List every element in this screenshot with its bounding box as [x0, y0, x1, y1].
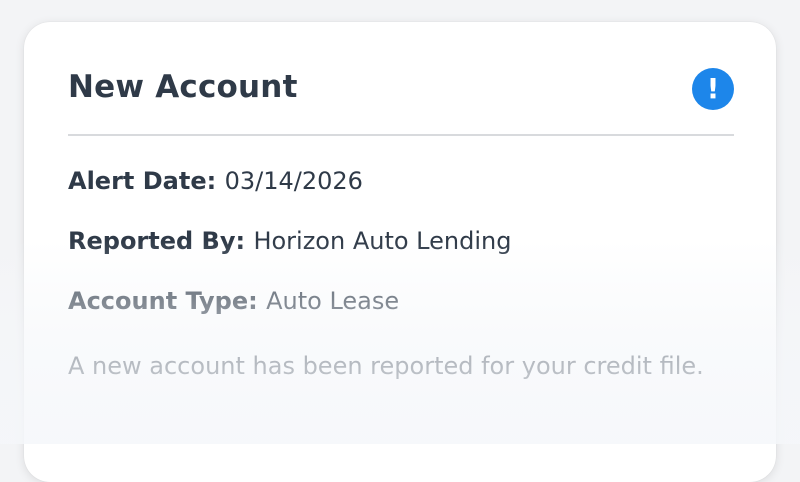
- reported-by-value: Horizon Auto Lending: [253, 227, 512, 255]
- reported-by-label: Reported By:: [68, 227, 254, 255]
- alert-date-row: Alert Date: 03/14/2026: [68, 167, 363, 195]
- account-type-row: Account Type: Auto Lease: [68, 287, 399, 315]
- account-type-value: Auto Lease: [266, 287, 400, 315]
- reported-by-row: Reported By: Horizon Auto Lending: [68, 227, 511, 255]
- card-header: New Account !: [68, 66, 734, 136]
- exclamation-alert-icon[interactable]: !: [692, 68, 734, 110]
- account-type-label: Account Type:: [68, 287, 267, 315]
- alert-description: A new account has been reported for your…: [68, 352, 704, 380]
- card-title: New Account: [68, 69, 298, 105]
- new-account-alert-card: New Account ! Alert Date: 03/14/2026 Rep…: [24, 22, 776, 482]
- alert-date-value: 03/14/2026: [224, 167, 363, 195]
- alert-date-label: Alert Date:: [68, 167, 225, 195]
